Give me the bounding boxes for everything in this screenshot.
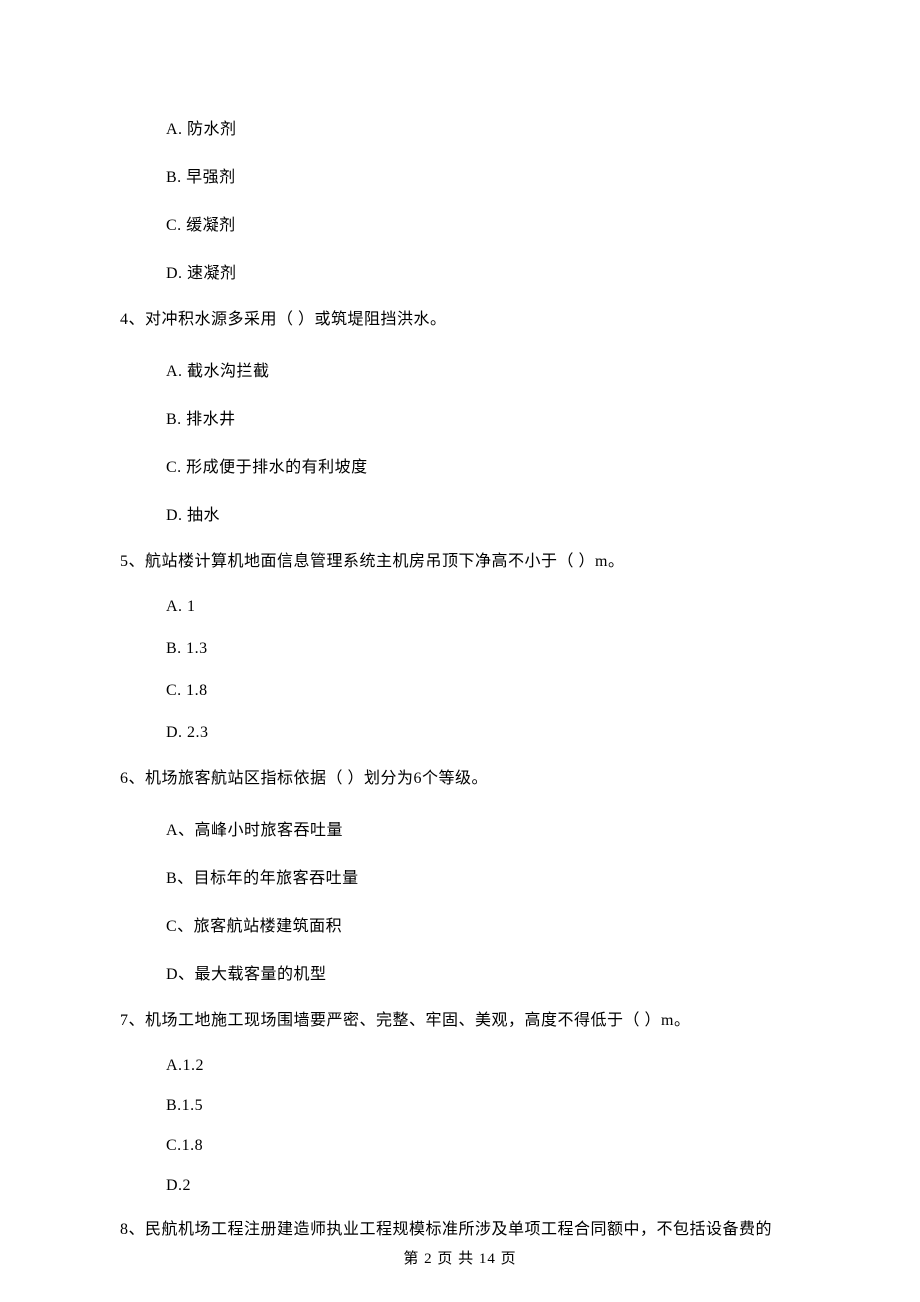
q5-option-b: B. 1.3 bbox=[166, 640, 800, 658]
q7-stem: 7、机场工地施工现场围墙要严密、完整、牢固、美观，高度不得低于（ ）m。 bbox=[120, 1008, 800, 1034]
page-content: A. 防水剂 B. 早强剂 C. 缓凝剂 D. 速凝剂 4、对冲积水源多采用（ … bbox=[0, 0, 920, 1283]
q4-option-a: A. 截水沟拦截 bbox=[166, 357, 800, 381]
q6-option-c: C、旅客航站楼建筑面积 bbox=[166, 912, 800, 936]
q6-stem: 6、机场旅客航站区指标依据（ ）划分为6个等级。 bbox=[120, 766, 800, 792]
q4-option-b: B. 排水井 bbox=[166, 405, 800, 429]
q8-stem: 8、民航机场工程注册建造师执业工程规模标准所涉及单项工程合同额中，不包括设备费的 bbox=[120, 1217, 800, 1243]
q6-option-d: D、最大载客量的机型 bbox=[166, 960, 800, 984]
q7-option-d: D.2 bbox=[166, 1177, 800, 1195]
q7-option-a: A.1.2 bbox=[166, 1057, 800, 1075]
q5-option-a: A. 1 bbox=[166, 598, 800, 616]
q3-option-c: C. 缓凝剂 bbox=[166, 211, 800, 235]
q5-option-d: D. 2.3 bbox=[166, 724, 800, 742]
q6-option-b: B、目标年的年旅客吞吐量 bbox=[166, 864, 800, 888]
q4-stem: 4、对冲积水源多采用（ ）或筑堤阻挡洪水。 bbox=[120, 307, 800, 333]
q3-option-a: A. 防水剂 bbox=[166, 115, 800, 139]
q3-option-d: D. 速凝剂 bbox=[166, 259, 800, 283]
q5-option-c: C. 1.8 bbox=[166, 682, 800, 700]
q5-stem: 5、航站楼计算机地面信息管理系统主机房吊顶下净高不小于（ ）m。 bbox=[120, 549, 800, 575]
q3-option-b: B. 早强剂 bbox=[166, 163, 800, 187]
q7-option-b: B.1.5 bbox=[166, 1097, 800, 1115]
q7-option-c: C.1.8 bbox=[166, 1137, 800, 1155]
q4-option-d: D. 抽水 bbox=[166, 501, 800, 525]
page-footer: 第 2 页 共 14 页 bbox=[0, 1247, 920, 1268]
q6-option-a: A、高峰小时旅客吞吐量 bbox=[166, 816, 800, 840]
q4-option-c: C. 形成便于排水的有利坡度 bbox=[166, 453, 800, 477]
